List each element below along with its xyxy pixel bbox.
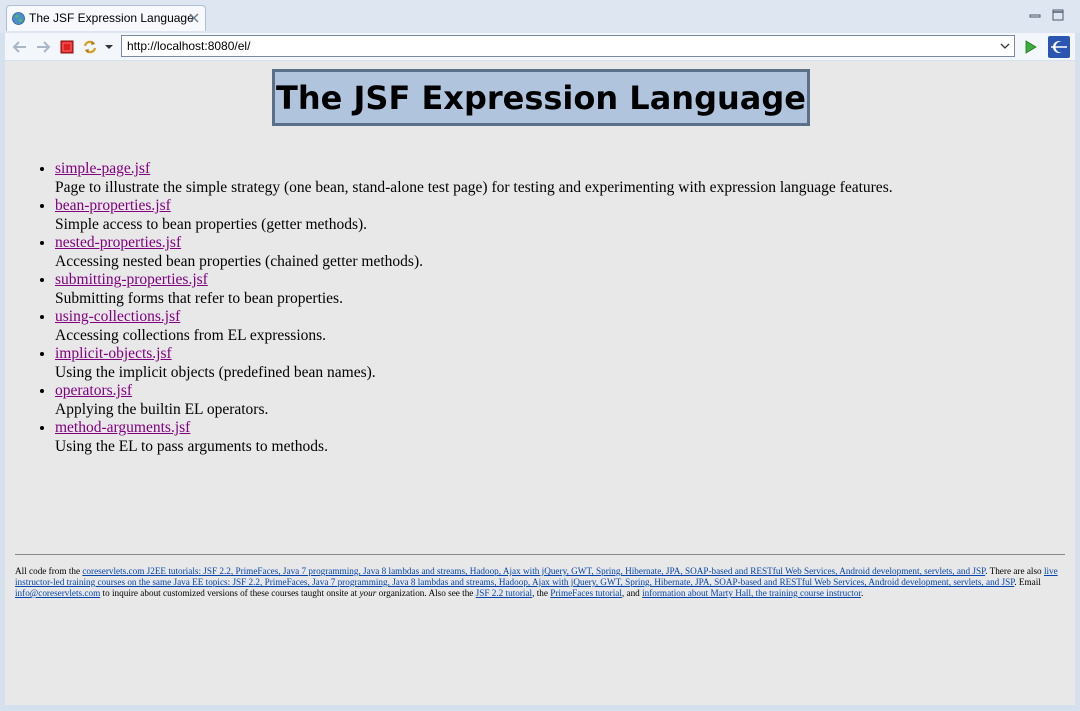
footer-emphasis: your: [359, 588, 377, 598]
list-item: bean-properties.jsf Simple access to bea…: [55, 197, 1055, 234]
address-bar[interactable]: [121, 35, 1015, 57]
tutorials-link[interactable]: coreservlets.com J2EE tutorials: JSF 2.2…: [82, 566, 985, 576]
list-item: operators.jsf Applying the builtin EL op…: [55, 382, 1055, 419]
footer-text: , and: [621, 588, 643, 598]
page-content: The JSF Expression Language simple-page.…: [5, 61, 1075, 705]
footer-text: . Email: [1014, 577, 1041, 587]
topic-link[interactable]: operators.jsf: [55, 382, 132, 399]
topic-link[interactable]: bean-properties.jsf: [55, 197, 171, 214]
list-item: method-arguments.jsf Using the EL to pas…: [55, 419, 1055, 456]
topic-link[interactable]: nested-properties.jsf: [55, 234, 181, 251]
go-icon[interactable]: [1021, 38, 1039, 56]
minimize-icon[interactable]: [1028, 9, 1042, 21]
footer-text: . There are also: [985, 566, 1044, 576]
chevron-down-icon[interactable]: [1000, 41, 1010, 51]
page-title: The JSF Expression Language: [276, 78, 806, 117]
list-item: implicit-objects.jsf Using the implicit …: [55, 345, 1055, 382]
instructor-info-link[interactable]: information about Marty Hall, the traini…: [642, 588, 861, 598]
maximize-icon[interactable]: [1051, 9, 1065, 21]
list-item: simple-page.jsf Page to illustrate the s…: [55, 160, 1055, 197]
tab-title: The JSF Expression Language: [29, 11, 194, 25]
footer-text: organization. Also see the: [376, 588, 476, 598]
topic-description: Using the implicit objects (predefined b…: [55, 363, 376, 381]
eclipse-browser-icon[interactable]: [1048, 36, 1070, 58]
topic-link[interactable]: simple-page.jsf: [55, 160, 150, 177]
topic-description: Simple access to bean properties (getter…: [55, 215, 368, 233]
browser-tab[interactable]: The JSF Expression Language: [6, 5, 206, 31]
topic-description: Submitting forms that refer to bean prop…: [55, 289, 343, 307]
forward-arrow-icon[interactable]: [34, 38, 52, 56]
list-item: using-collections.jsf Accessing collecti…: [55, 308, 1055, 345]
close-icon[interactable]: [188, 12, 200, 24]
footer-text: to inquire about customized versions of …: [100, 588, 360, 598]
topic-description: Accessing collections from EL expression…: [55, 326, 327, 344]
dropdown-icon[interactable]: [103, 38, 121, 56]
refresh-icon[interactable]: [81, 38, 99, 56]
email-link[interactable]: info@coreservlets.com: [15, 588, 100, 598]
url-input[interactable]: [127, 38, 987, 54]
topic-link[interactable]: method-arguments.jsf: [55, 419, 190, 436]
back-arrow-icon[interactable]: [11, 38, 29, 56]
topic-description: Accessing nested bean properties (chaine…: [55, 252, 423, 270]
footer-text: , the: [532, 588, 551, 598]
globe-icon: [12, 12, 25, 25]
tab-strip: The JSF Expression Language: [0, 0, 1080, 33]
footer-text: .: [861, 588, 864, 598]
topic-link[interactable]: submitting-properties.jsf: [55, 271, 208, 288]
topic-description: Applying the builtin EL operators.: [55, 400, 269, 418]
footer-text: All code from the: [15, 566, 83, 576]
primefaces-tutorial-link[interactable]: PrimeFaces tutorial: [550, 588, 622, 598]
list-item: submitting-properties.jsf Submitting for…: [55, 271, 1055, 308]
page-footer: All code from the coreservlets.com J2EE …: [15, 554, 1065, 599]
jsf-tutorial-link[interactable]: JSF 2.2 tutorial: [476, 588, 532, 598]
window-frame-bottom: [0, 705, 1080, 711]
stop-icon[interactable]: [58, 38, 76, 56]
topic-list: simple-page.jsf Page to illustrate the s…: [5, 160, 1055, 456]
topic-description: Page to illustrate the simple strategy (…: [55, 178, 893, 196]
topic-link[interactable]: implicit-objects.jsf: [55, 345, 172, 362]
list-item: nested-properties.jsf Accessing nested b…: [55, 234, 1055, 271]
page-heading-box: The JSF Expression Language: [272, 69, 810, 126]
topic-description: Using the EL to pass arguments to method…: [55, 437, 328, 455]
topic-link[interactable]: using-collections.jsf: [55, 308, 180, 325]
